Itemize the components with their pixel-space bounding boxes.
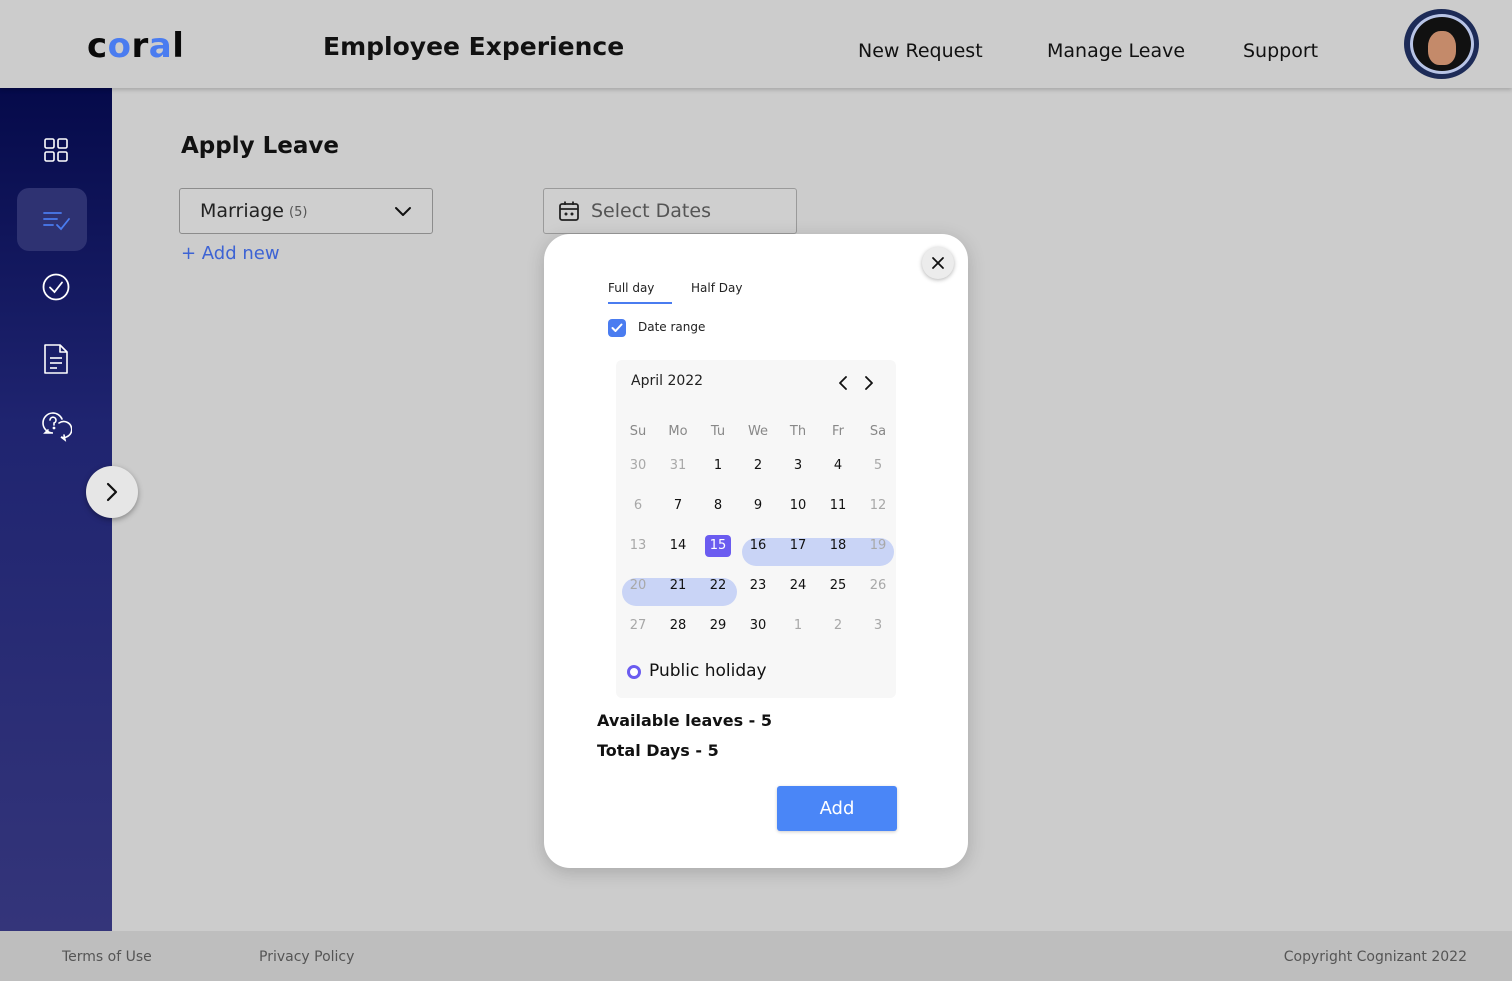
weekday-label: Sa [869, 424, 887, 439]
nav-support[interactable]: Support [1243, 40, 1318, 62]
nav-new-request[interactable]: New Request [858, 40, 983, 62]
calendar-day[interactable]: 30 [618, 454, 658, 478]
chevron-right-icon [865, 376, 873, 390]
leave-type-count: (5) [289, 205, 308, 220]
chevron-down-icon [395, 207, 411, 216]
calendar-day[interactable]: 11 [818, 494, 858, 518]
calendar-day[interactable]: 28 [658, 614, 698, 638]
dashboard-grid-icon[interactable] [38, 132, 74, 168]
calendar-day[interactable]: 18 [818, 534, 858, 558]
add-button[interactable]: Add [777, 786, 897, 831]
calendar-day[interactable]: 15 [698, 534, 738, 558]
coral-logo[interactable]: coral [87, 26, 184, 66]
date-range-label: Date range [638, 320, 706, 334]
top-header: coral Employee Experience New Request Ma… [0, 0, 1512, 88]
nav-manage-leave[interactable]: Manage Leave [1047, 40, 1185, 62]
calendar: April 2022 Su Mo Tu We Th Fr Sa 30 31 1 2 3 4 5 6 7 8 9 10… [616, 360, 896, 698]
calendar-day[interactable]: 16 [738, 534, 778, 558]
calendar-day[interactable]: 31 [658, 454, 698, 478]
avatar-photo [1418, 23, 1465, 65]
chevron-left-icon [839, 376, 847, 390]
calendar-day[interactable]: 10 [778, 494, 818, 518]
leave-type-value: Marriage [200, 200, 284, 222]
weekday-label: Tu [710, 424, 726, 439]
available-leaves: Available leaves - 5 [597, 711, 773, 730]
calendar-day[interactable]: 25 [818, 574, 858, 598]
date-range-checkbox[interactable] [608, 319, 626, 337]
terms-of-use-link[interactable]: Terms of Use [62, 949, 152, 965]
page-title: Apply Leave [181, 133, 339, 159]
tab-half-day[interactable]: Half Day [691, 281, 742, 302]
calendar-day[interactable]: 2 [738, 454, 778, 478]
leave-type-select[interactable]: Marriage (5) [179, 188, 433, 234]
select-dates-input[interactable]: Select Dates [543, 188, 797, 234]
calendar-month-label: April 2022 [631, 373, 704, 389]
calendar-day[interactable]: 29 [698, 614, 738, 638]
next-month-button[interactable] [860, 374, 878, 392]
weekday-label: Su [629, 424, 647, 439]
calendar-day[interactable]: 1 [778, 614, 818, 638]
calendar-day[interactable]: 2 [818, 614, 858, 638]
calendar-day[interactable]: 3 [858, 614, 898, 638]
calendar-day[interactable]: 7 [658, 494, 698, 518]
privacy-policy-link[interactable]: Privacy Policy [259, 949, 354, 965]
calendar-day[interactable]: 3 [778, 454, 818, 478]
calendar-day[interactable]: 27 [618, 614, 658, 638]
calendar-day[interactable]: 26 [858, 574, 898, 598]
app-title: Employee Experience [323, 32, 625, 61]
help-chat-icon[interactable] [38, 408, 74, 444]
document-icon[interactable] [38, 341, 74, 377]
close-icon [932, 257, 944, 269]
close-button[interactable] [922, 247, 954, 279]
weekday-label: Th [789, 424, 807, 439]
sidebar-expand-button[interactable] [86, 466, 138, 518]
checkmark-icon [611, 323, 623, 332]
calendar-day[interactable]: 13 [618, 534, 658, 558]
calendar-day[interactable]: 5 [858, 454, 898, 478]
calendar-day[interactable]: 1 [698, 454, 738, 478]
date-picker-modal: Full day Half Day Date range April 2022 … [544, 234, 968, 868]
calendar-day[interactable]: 21 [658, 574, 698, 598]
calendar-day[interactable]: 23 [738, 574, 778, 598]
select-dates-placeholder: Select Dates [591, 200, 711, 222]
weekday-label: Mo [668, 424, 688, 439]
calendar-day[interactable]: 30 [738, 614, 778, 638]
calendar-day[interactable]: 20 [618, 574, 658, 598]
public-holiday-legend-icon [627, 665, 641, 679]
weekday-label: We [747, 424, 769, 439]
calendar-day[interactable]: 12 [858, 494, 898, 518]
weekday-label: Fr [832, 424, 844, 439]
calendar-day[interactable]: 17 [778, 534, 818, 558]
task-list-check-icon[interactable] [38, 202, 74, 238]
calendar-icon [559, 201, 579, 221]
calendar-day[interactable]: 22 [698, 574, 738, 598]
calendar-day[interactable]: 4 [818, 454, 858, 478]
total-days: Total Days - 5 [597, 741, 719, 760]
user-avatar[interactable] [1404, 9, 1479, 79]
calendar-day[interactable]: 8 [698, 494, 738, 518]
prev-month-button[interactable] [834, 374, 852, 392]
calendar-day[interactable]: 9 [738, 494, 778, 518]
calendar-day[interactable]: 6 [618, 494, 658, 518]
public-holiday-legend-label: Public holiday [649, 661, 767, 681]
chevron-right-icon [106, 482, 118, 502]
tab-full-day[interactable]: Full day [608, 281, 672, 304]
calendar-day[interactable]: 14 [658, 534, 698, 558]
add-new-link[interactable]: + Add new [181, 243, 280, 264]
check-circle-icon[interactable] [38, 269, 74, 305]
calendar-day[interactable]: 24 [778, 574, 818, 598]
footer: Terms of Use Privacy Policy Copyright Co… [0, 931, 1512, 981]
calendar-day[interactable]: 19 [858, 534, 898, 558]
copyright-text: Copyright Cognizant 2022 [1283, 949, 1467, 965]
